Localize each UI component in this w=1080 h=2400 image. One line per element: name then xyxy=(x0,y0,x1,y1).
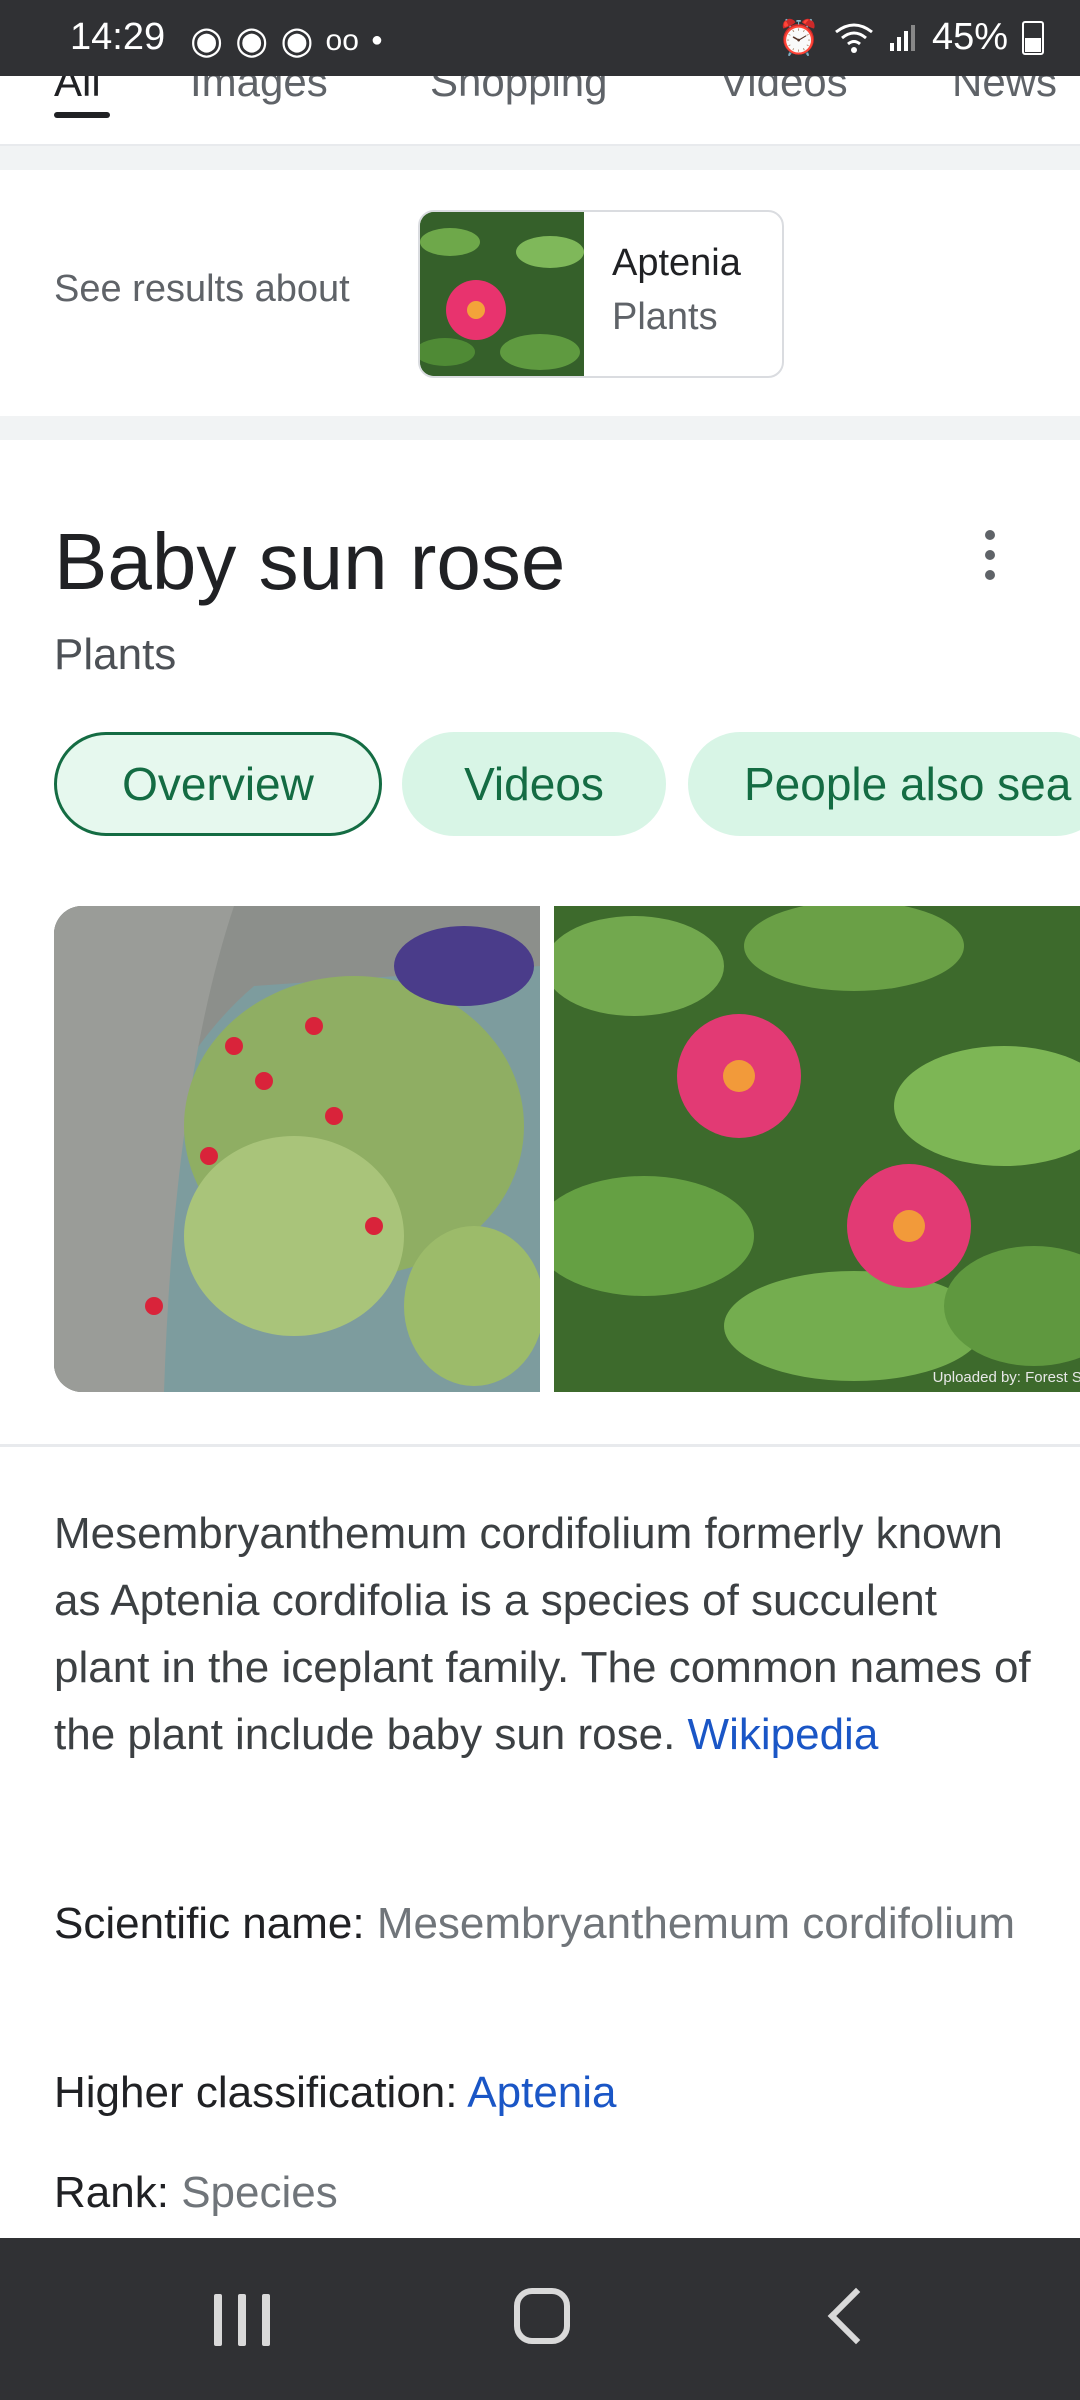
image-carousel: Uploaded by: Forest St xyxy=(54,906,1080,1392)
chip-overview[interactable]: Overview xyxy=(54,732,382,836)
description-text: Mesembryanthemum cordifolium formerly kn… xyxy=(54,1509,1031,1759)
wifi-icon xyxy=(835,23,873,53)
more-options-icon[interactable] xyxy=(980,530,1000,590)
fact-value: Mesembryanthemum cordifolium xyxy=(376,1899,1016,1948)
fact-label: Rank: xyxy=(54,2168,169,2217)
section-separator xyxy=(0,146,1080,170)
system-nav-bar xyxy=(0,2238,1080,2400)
fact-value: Species xyxy=(181,2168,338,2217)
status-time: 14:29 xyxy=(70,16,166,58)
panel-subtitle: Plants xyxy=(54,630,177,679)
section-separator xyxy=(0,416,1080,440)
app-notification-icon: ◉ xyxy=(280,20,314,62)
wikipedia-link[interactable]: Wikipedia xyxy=(688,1710,879,1759)
plant-photo-2[interactable]: Uploaded by: Forest St xyxy=(554,906,1080,1392)
status-bar: 14:29 ◉ ◉ ◉ oo ● ⏰ 45% xyxy=(0,0,1080,76)
search-tabs: All Images Shopping Videos News xyxy=(0,76,1080,146)
divider xyxy=(0,1444,1080,1447)
voicemail-icon: oo xyxy=(325,23,359,57)
fact-rank: Rank: Species xyxy=(54,2159,1034,2226)
alarm-icon: ⏰ xyxy=(777,18,820,57)
panel-title: Baby sun rose xyxy=(54,517,566,606)
signal-icon xyxy=(889,24,915,51)
tab-news[interactable]: News xyxy=(952,76,1057,106)
fact-higher-classification: Higher classification: Aptenia xyxy=(54,2059,1034,2126)
plant-photo-1[interactable] xyxy=(54,906,540,1392)
tab-all[interactable]: All xyxy=(54,76,101,106)
notification-icons: ◉ ◉ ◉ oo ● xyxy=(190,18,383,63)
app-notification-icon: ◉ xyxy=(235,20,269,62)
back-icon[interactable] xyxy=(827,2287,885,2345)
entity-chip-aptenia[interactable]: Aptenia Plants xyxy=(418,210,784,378)
tab-images[interactable]: Images xyxy=(190,76,328,106)
dot-icon: ● xyxy=(370,29,383,51)
photo-credit: Uploaded by: Forest St xyxy=(932,1369,1080,1386)
entity-name: Aptenia xyxy=(612,242,741,284)
app-notification-icon: ◉ xyxy=(190,20,224,62)
home-icon[interactable] xyxy=(514,2288,570,2344)
fact-scientific-name: Scientific name: Mesembryanthemum cordif… xyxy=(54,1890,1034,1957)
see-results-label: See results about xyxy=(54,268,350,310)
entity-type: Plants xyxy=(612,296,718,338)
battery-level: 45% xyxy=(931,16,1008,58)
see-results-about: See results about Aptenia Plants xyxy=(0,170,1080,416)
tab-shopping[interactable]: Shopping xyxy=(430,76,608,106)
active-tab-indicator xyxy=(54,112,110,118)
recent-apps-icon[interactable] xyxy=(214,2294,270,2346)
chip-videos[interactable]: Videos xyxy=(402,732,666,836)
battery-icon xyxy=(1022,20,1044,55)
entity-thumbnail xyxy=(420,212,584,376)
tab-videos[interactable]: Videos xyxy=(720,76,848,106)
fact-label: Scientific name: xyxy=(54,1899,365,1948)
fact-label: Higher classification: xyxy=(54,2068,458,2117)
classification-link[interactable]: Aptenia xyxy=(467,2068,616,2117)
chip-people-also-search[interactable]: People also sea xyxy=(688,732,1080,836)
panel-description: Mesembryanthemum cordifolium formerly kn… xyxy=(54,1500,1034,1768)
